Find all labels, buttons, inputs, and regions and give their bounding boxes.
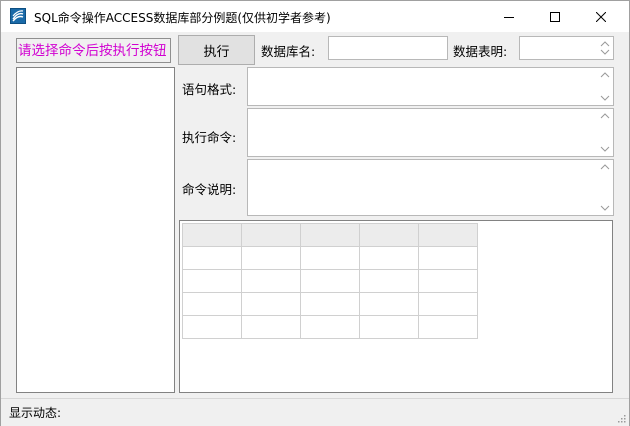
result-grid[interactable] [179, 220, 613, 393]
description-scrollbar[interactable] [597, 160, 613, 215]
table-cell[interactable] [359, 292, 419, 316]
table-cell[interactable] [182, 315, 242, 339]
description-label: 命令说明: [182, 182, 237, 197]
table-cell[interactable] [182, 292, 242, 316]
syntax-scrollbar[interactable] [597, 68, 613, 105]
db-name-label: 数据库名: [261, 44, 316, 59]
close-button[interactable] [578, 1, 624, 32]
table-cell[interactable] [300, 246, 360, 270]
header-cell[interactable] [300, 223, 360, 247]
syntax-label: 语句格式: [182, 82, 237, 97]
table-cell[interactable] [359, 269, 419, 293]
table-header-row [182, 223, 478, 247]
table-cell[interactable] [241, 315, 301, 339]
status-label: 显示动态: [9, 406, 62, 420]
maximize-button[interactable] [532, 1, 578, 32]
table-row [182, 269, 478, 293]
main-window: SQL命令操作ACCESS数据库部分例题(仅供初学者参考) 请选择命令后按执行按… [0, 0, 630, 426]
table-row [182, 292, 478, 316]
table-name-label: 数据表明: [453, 44, 508, 59]
table-cell[interactable] [300, 292, 360, 316]
table-cell[interactable] [359, 315, 419, 339]
table-cell[interactable] [241, 269, 301, 293]
result-table[interactable] [182, 223, 478, 339]
header-cell[interactable] [241, 223, 301, 247]
header-cell[interactable] [418, 223, 478, 247]
chevron-down-icon[interactable] [600, 205, 610, 211]
chevron-up-icon[interactable] [600, 41, 610, 47]
table-cell[interactable] [418, 315, 478, 339]
syntax-textbox[interactable] [247, 67, 614, 106]
header-cell[interactable] [182, 223, 242, 247]
table-cell[interactable] [241, 292, 301, 316]
description-textbox[interactable] [247, 159, 614, 216]
chevron-down-icon[interactable] [600, 49, 610, 55]
window-title: SQL命令操作ACCESS数据库部分例题(仅供初学者参考) [34, 11, 331, 25]
close-icon [596, 11, 606, 22]
table-cell[interactable] [182, 246, 242, 270]
command-scrollbar[interactable] [597, 109, 613, 156]
table-name-scrollbar[interactable] [597, 37, 613, 59]
chevron-down-icon[interactable] [600, 146, 610, 152]
chevron-up-icon[interactable] [600, 72, 610, 78]
app-icon [10, 8, 26, 24]
table-cell[interactable] [241, 246, 301, 270]
table-cell[interactable] [182, 269, 242, 293]
table-row [182, 315, 478, 339]
table-cell[interactable] [418, 269, 478, 293]
command-label: 执行命令: [182, 130, 237, 145]
chevron-up-icon[interactable] [600, 113, 610, 119]
command-list[interactable] [16, 67, 175, 393]
minimize-button[interactable] [486, 1, 532, 32]
table-cell[interactable] [300, 315, 360, 339]
table-cell[interactable] [300, 269, 360, 293]
execute-button[interactable]: 执行 [178, 35, 255, 65]
command-hint-label: 请选择命令后按执行按钮 [16, 38, 171, 63]
command-textbox[interactable] [247, 108, 614, 157]
db-name-input[interactable] [328, 36, 448, 60]
maximize-icon [550, 11, 560, 22]
title-bar[interactable]: SQL命令操作ACCESS数据库部分例题(仅供初学者参考) [1, 1, 629, 32]
resize-grip-icon[interactable] [616, 413, 626, 423]
table-cell[interactable] [418, 246, 478, 270]
table-row [182, 246, 478, 270]
chevron-up-icon[interactable] [600, 164, 610, 170]
table-cell[interactable] [418, 292, 478, 316]
minimize-icon [504, 16, 514, 18]
chevron-down-icon[interactable] [600, 95, 610, 101]
status-bar: 显示动态: [1, 398, 629, 426]
header-cell[interactable] [359, 223, 419, 247]
table-cell[interactable] [359, 246, 419, 270]
table-name-input[interactable] [519, 36, 614, 60]
